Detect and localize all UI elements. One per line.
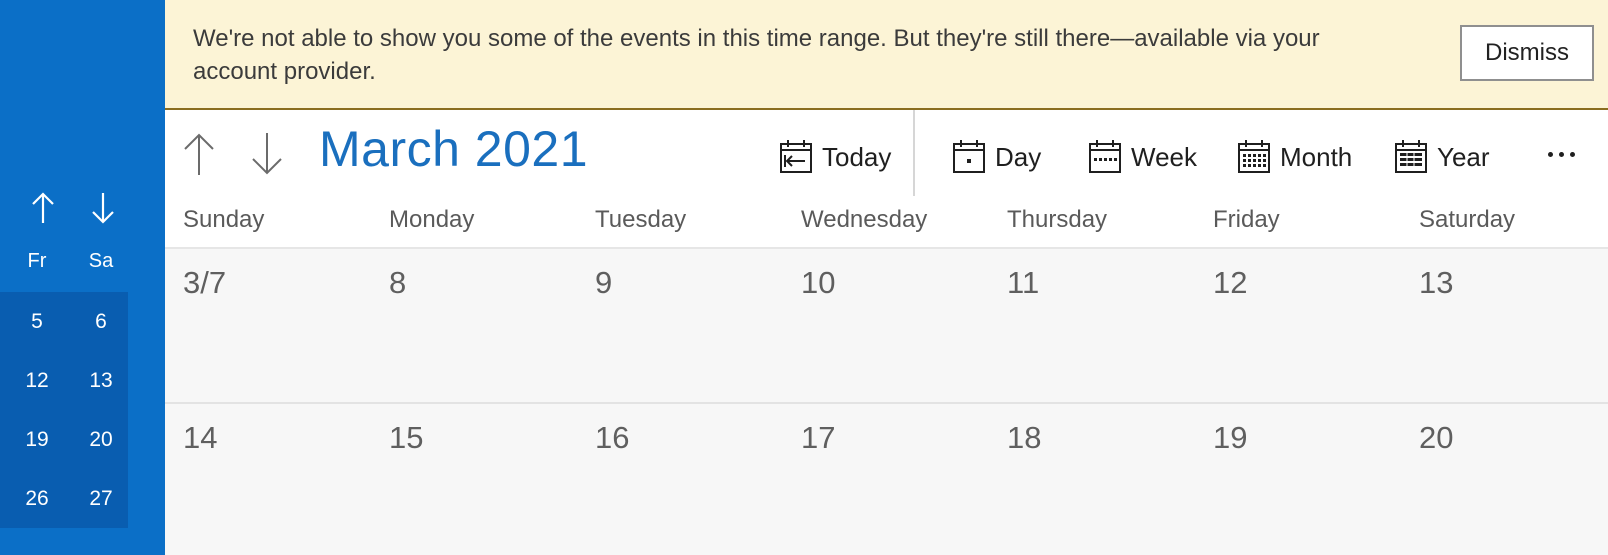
weekday-header-row: Sunday Monday Tuesday Wednesday Thursday… — [165, 196, 1608, 249]
next-period-button[interactable] — [247, 126, 287, 182]
weekday-header: Monday — [389, 206, 475, 233]
week-view-label: Week — [1131, 141, 1197, 172]
weekday-header: Friday — [1213, 206, 1280, 233]
calendar-day-cell[interactable]: 14 — [165, 404, 371, 555]
dismiss-button[interactable]: Dismiss — [1460, 25, 1594, 81]
previous-period-button[interactable] — [179, 126, 219, 182]
calendar-day-cell[interactable]: 11 — [989, 249, 1195, 402]
calendar-day-cell[interactable]: 15 — [371, 404, 577, 555]
year-view-button[interactable]: Year — [1394, 132, 1490, 182]
calendar-day-icon — [953, 140, 985, 173]
calendar-week-row: 3/7 8 9 10 11 12 13 — [165, 249, 1608, 404]
info-banner: We're not able to show you some of the e… — [165, 0, 1608, 110]
weekday-header: Wednesday — [801, 206, 928, 233]
mini-calendar-week-row: 5 6 — [0, 292, 128, 351]
today-label: Today — [822, 141, 892, 172]
day-view-button[interactable]: Day — [952, 132, 1041, 182]
mini-calendar-date[interactable]: 19 — [0, 428, 64, 452]
mini-calendar-date[interactable]: 12 — [0, 369, 64, 393]
week-view-button[interactable]: Week — [1088, 132, 1197, 182]
mini-calendar-date[interactable]: 26 — [0, 487, 64, 511]
mini-calendar-date[interactable]: 27 — [64, 487, 128, 511]
weekday-header: Saturday — [1419, 206, 1516, 233]
arrow-up-icon — [184, 133, 214, 175]
more-options-button[interactable] — [1536, 134, 1586, 174]
mini-calendar-date[interactable]: 5 — [0, 310, 64, 334]
mini-calendar-date[interactable]: 6 — [64, 310, 128, 334]
calendar-week-icon — [1089, 140, 1121, 173]
calendar-month-icon — [1238, 140, 1270, 173]
mini-calendar-week-row: 26 27 — [0, 469, 128, 528]
day-view-label: Day — [995, 141, 1042, 172]
calendar-day-cell[interactable]: 10 — [783, 249, 989, 402]
calendar-week-row: 14 15 16 17 18 19 20 — [165, 404, 1608, 555]
arrow-down-icon — [252, 133, 282, 175]
toolbar-divider — [913, 110, 915, 196]
calendar-day-cell[interactable]: 16 — [577, 404, 783, 555]
calendar-toolbar: March 2021 Today Day Week Month Year — [165, 110, 1608, 196]
today-button[interactable]: Today — [779, 132, 891, 182]
mini-calendar-date[interactable]: 20 — [64, 428, 128, 452]
arrow-down-icon — [92, 193, 114, 224]
mini-calendar-next-button[interactable] — [86, 188, 120, 228]
mini-calendar-week-row: 12 13 — [0, 351, 128, 410]
mini-calendar-dates: 5 6 12 13 19 20 26 27 — [0, 292, 128, 528]
calendar-day-cell[interactable]: 8 — [371, 249, 577, 402]
banner-message: We're not able to show you some of the e… — [193, 25, 1320, 85]
month-view-label: Month — [1280, 141, 1353, 172]
calendar-day-cell[interactable]: 19 — [1195, 404, 1401, 555]
calendar-day-cell[interactable]: 9 — [577, 249, 783, 402]
calendar-day-cell[interactable]: 18 — [989, 404, 1195, 555]
calendar-today-icon — [780, 140, 812, 173]
calendar-year-icon — [1395, 140, 1427, 173]
year-view-label: Year — [1437, 141, 1490, 172]
month-view-button[interactable]: Month — [1237, 132, 1352, 182]
mini-calendar-nav — [26, 188, 120, 228]
more-icon — [1569, 151, 1575, 157]
arrow-up-icon — [32, 192, 54, 223]
weekday-header: Sunday — [183, 206, 265, 233]
mini-calendar-week-row: 19 20 — [0, 410, 128, 469]
mini-calendar-sidebar: Fr Sa 5 6 12 13 19 20 26 27 — [0, 0, 165, 555]
calendar-day-cell[interactable]: 13 — [1401, 249, 1607, 402]
mini-calendar-previous-button[interactable] — [26, 188, 60, 228]
calendar-day-cell[interactable]: 12 — [1195, 249, 1401, 402]
more-icon — [1558, 151, 1564, 157]
weekday-header: Thursday — [1007, 206, 1108, 233]
current-period-title[interactable]: March 2021 — [319, 120, 588, 178]
calendar-day-cell[interactable]: 17 — [783, 404, 989, 555]
more-icon — [1547, 151, 1553, 157]
mini-weekday-friday: Fr — [27, 250, 47, 272]
calendar-day-cell[interactable]: 3/7 — [165, 249, 371, 402]
mini-calendar-weekday-headers: Fr Sa — [0, 250, 128, 273]
mini-weekday-saturday: Sa — [88, 250, 114, 272]
mini-calendar-date[interactable]: 13 — [64, 369, 128, 393]
calendar-grid: 3/7 8 9 10 11 12 13 14 15 16 17 18 19 20 — [165, 249, 1608, 555]
calendar-day-cell[interactable]: 20 — [1401, 404, 1607, 555]
weekday-header: Tuesday — [595, 206, 687, 233]
